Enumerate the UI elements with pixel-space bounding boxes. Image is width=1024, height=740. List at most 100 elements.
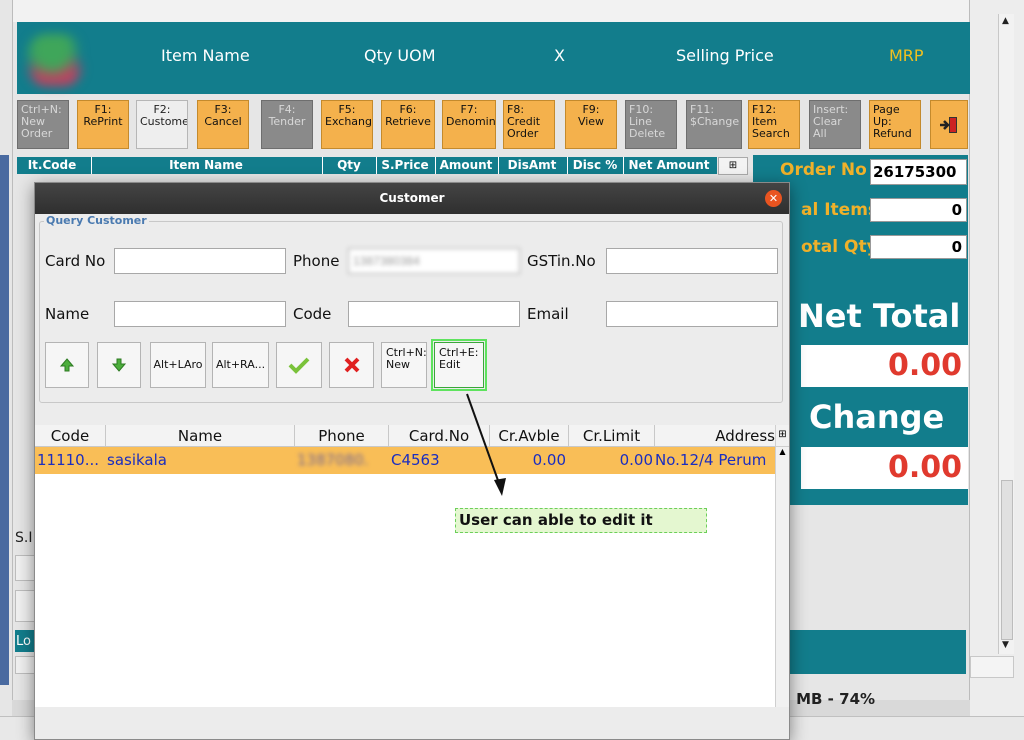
row-name: sasikala <box>107 451 167 469</box>
change-button[interactable]: F11: $Change <box>686 100 742 149</box>
partial-label-lo: Lo <box>16 634 31 649</box>
exit-button[interactable] <box>930 100 968 149</box>
background-field <box>970 656 1014 678</box>
new-customer-button[interactable]: Ctrl+N: New <box>381 342 427 388</box>
scroll-down-icon[interactable]: ▼ <box>1002 640 1009 650</box>
total-qty-value: 0 <box>870 235 967 259</box>
partial-label-s: S.I <box>15 530 33 546</box>
phone-field[interactable] <box>348 248 520 274</box>
grid-col-net-amount: Net Amount <box>628 158 710 172</box>
edit-customer-button[interactable]: Ctrl+E: Edit <box>431 339 487 391</box>
email-field[interactable] <box>606 301 778 327</box>
move-down-button[interactable] <box>97 342 141 388</box>
grid-col-disamt: DisAmt <box>507 158 557 172</box>
grid-col-itcode: It.Code <box>27 158 77 172</box>
results-scrollbar[interactable]: ⊞ ▲ <box>775 425 789 707</box>
row-address: No.12/4 Perum <box>655 451 767 469</box>
grid-col-sprice: S.Price <box>381 158 429 172</box>
gstin-label: GSTin.No <box>527 252 596 270</box>
line-delete-button[interactable]: F10: Line Delete <box>625 100 677 149</box>
results-col-cr-avble: Cr.Avble <box>498 427 560 445</box>
scroll-up-icon[interactable]: ▲ <box>1002 16 1009 26</box>
phone-label: Phone <box>293 252 340 270</box>
clear-all-button[interactable]: Insert: Clear All <box>809 100 861 149</box>
change-label: Change <box>809 398 945 436</box>
results-col-cr-limit: Cr.Limit <box>582 427 641 445</box>
header-x: X <box>554 46 565 65</box>
total-items-value: 0 <box>870 198 967 222</box>
customer-button[interactable]: F2: Custome <box>136 100 188 149</box>
alt-left-arrow-button[interactable]: Alt+LAro <box>150 342 206 388</box>
cancel-dialog-button[interactable] <box>329 342 374 388</box>
name-field[interactable] <box>114 301 286 327</box>
code-label: Code <box>293 305 332 323</box>
gstin-field[interactable] <box>606 248 778 274</box>
customer-dialog: Customer ✕ Query Customer Card No Phone … <box>34 182 790 740</box>
results-header: Code Name Phone Card.No Cr.Avble Cr.Limi… <box>35 425 775 447</box>
credit-order-button[interactable]: F8: Credit Order <box>503 100 555 149</box>
results-col-address: Address <box>715 427 775 445</box>
header-item-name: Item Name <box>161 46 250 65</box>
row-card-no: C4563 <box>391 451 440 469</box>
desktop-left-edge <box>0 0 12 740</box>
change-value: 0.00 <box>801 447 968 489</box>
tender-button[interactable]: F4: Tender <box>261 100 313 149</box>
reprint-button[interactable]: F1: RePrint <box>77 100 129 149</box>
confirm-button[interactable] <box>276 342 322 388</box>
row-cr-avble: 0.00 <box>532 451 566 469</box>
cross-icon <box>344 357 359 373</box>
function-key-bar: Ctrl+N: New Order F1: RePrint F2: Custom… <box>17 100 970 152</box>
results-col-code: Code <box>50 427 90 445</box>
column-menu-icon[interactable]: ⊞ <box>776 425 789 447</box>
total-items-label: al Items <box>801 200 879 220</box>
net-total-value: 0.00 <box>801 345 968 387</box>
retrieve-button[interactable]: F6: Retrieve <box>381 100 435 149</box>
grid-col-qty: Qty <box>337 158 361 172</box>
dialog-title: Customer <box>35 183 789 214</box>
arrow-up-icon <box>59 358 75 372</box>
total-qty-label: otal Qty <box>801 237 878 257</box>
results-col-phone: Phone <box>318 427 365 445</box>
grid-col-item-name: Item Name <box>169 158 243 172</box>
new-order-button[interactable]: Ctrl+N: New Order <box>17 100 69 149</box>
refund-button[interactable]: Page Up: Refund <box>869 100 921 149</box>
row-phone: 1387080. <box>297 451 369 469</box>
annotation-callout: User can able to edit it <box>455 508 707 533</box>
customer-results-table: Code Name Phone Card.No Cr.Avble Cr.Limi… <box>35 425 789 707</box>
code-field[interactable] <box>348 301 520 327</box>
row-cr-limit: 0.00 <box>619 451 653 469</box>
grid-column-menu-icon[interactable]: ⊞ <box>718 157 748 175</box>
row-code: 11110... <box>37 451 100 469</box>
view-button[interactable]: F9: View <box>565 100 617 149</box>
item-search-button[interactable]: F12: Item Search <box>748 100 800 149</box>
net-total-label: Net Total <box>798 297 961 335</box>
table-row[interactable]: 11110... sasikala 1387080. C4563 0.00 0.… <box>35 447 775 474</box>
header-mrp: MRP <box>889 46 924 65</box>
order-grid-header: It.Code Item Name Qty S.Price Amount Dis… <box>17 157 717 174</box>
card-no-field[interactable] <box>114 248 286 274</box>
order-no-value: 26175300 <box>870 159 967 185</box>
exit-icon <box>940 116 957 133</box>
results-col-name: Name <box>177 427 223 445</box>
header-qty-uom: Qty UOM <box>364 46 436 65</box>
alt-right-arrow-button[interactable]: Alt+RA... <box>212 342 269 388</box>
dialog-body: Query Customer Card No Phone GSTin.No Na… <box>35 214 789 739</box>
scroll-thumb[interactable] <box>1001 480 1013 640</box>
order-no-label: Order No <box>780 160 867 180</box>
grid-col-amount: Amount <box>439 158 493 172</box>
move-up-button[interactable] <box>45 342 89 388</box>
close-icon[interactable]: ✕ <box>765 190 782 207</box>
query-customer-legend: Query Customer <box>44 214 149 227</box>
email-label: Email <box>527 305 569 323</box>
window-top-strip <box>13 0 969 22</box>
denomination-button[interactable]: F7: Denomin <box>442 100 496 149</box>
header-selling-price: Selling Price <box>676 46 774 65</box>
grid-col-disc-pct: Disc % <box>572 158 618 172</box>
checkmark-icon <box>288 357 310 374</box>
scroll-up-icon[interactable]: ▲ <box>776 447 789 456</box>
background-scrollbar[interactable]: ▲ ▼ <box>998 14 1014 654</box>
name-label: Name <box>45 305 90 323</box>
exchange-button[interactable]: F5: Exchang <box>321 100 373 149</box>
results-col-card-no: Card.No <box>408 427 470 445</box>
cancel-button[interactable]: F3: Cancel <box>197 100 249 149</box>
